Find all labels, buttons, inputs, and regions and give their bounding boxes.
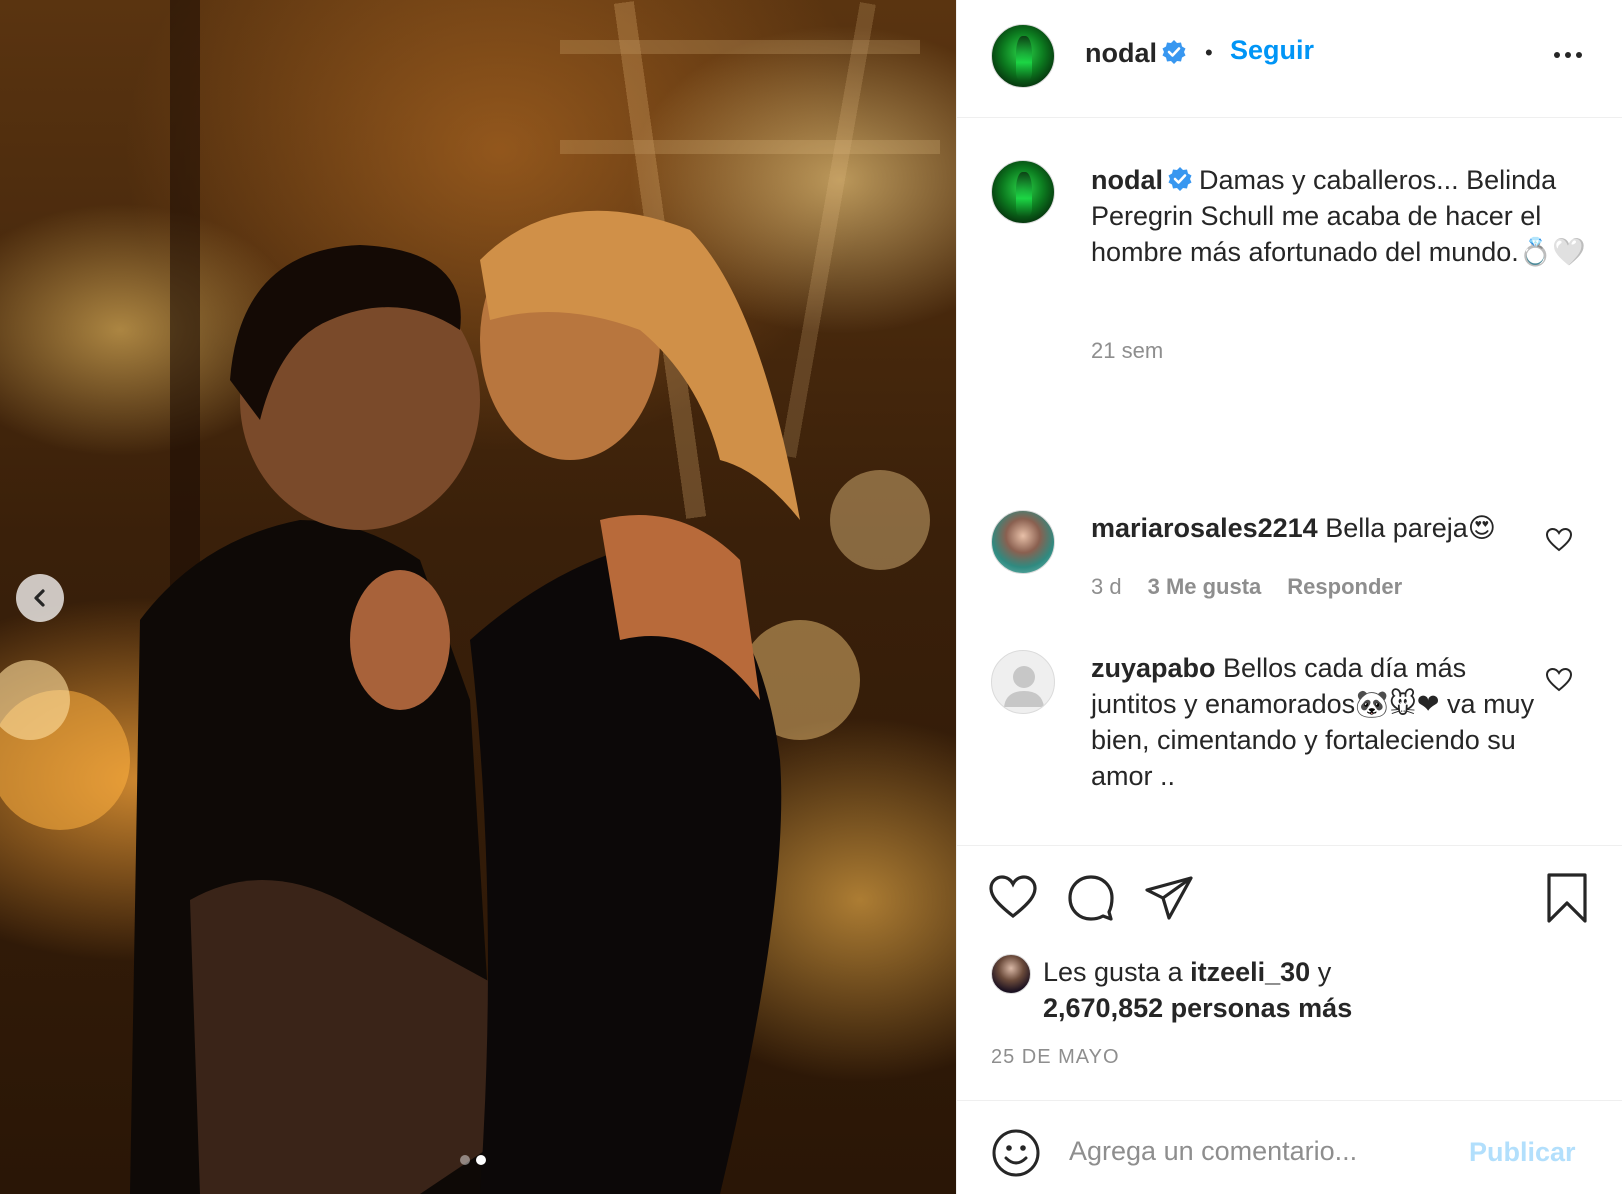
share-icon[interactable] xyxy=(1143,872,1195,924)
photo-scene xyxy=(0,0,940,1194)
likes-conj: y xyxy=(1317,957,1332,987)
comment-time[interactable]: 3 d xyxy=(1091,574,1122,600)
likes-text: Les gusta a itzeeli_30 y 2,670,852 perso… xyxy=(1043,954,1563,1026)
comment-text: Bella pareja😍 xyxy=(1325,513,1496,543)
bookmark-icon[interactable] xyxy=(1541,872,1593,924)
caption-timestamp[interactable]: 21 sem xyxy=(1091,338,1163,364)
commenter-avatar[interactable] xyxy=(991,650,1055,714)
author-username[interactable]: nodal xyxy=(1085,38,1157,68)
chevron-left-icon xyxy=(34,589,45,607)
post-date[interactable]: 25 DE MAYO xyxy=(991,1046,1120,1069)
carousel-indicator xyxy=(460,1155,486,1165)
caption-text: Damas y caballeros... Belinda Peregrin S… xyxy=(1091,165,1586,267)
comment-text-block: mariarosales2214 Bella pareja😍 xyxy=(1091,510,1551,546)
heart-icon[interactable] xyxy=(987,872,1039,924)
post-photo[interactable] xyxy=(0,0,956,1194)
add-comment-bar: Publicar xyxy=(957,1100,1622,1194)
comment-username[interactable]: zuyapabo xyxy=(1091,653,1216,683)
verified-badge-icon xyxy=(1168,167,1192,191)
more-options-icon[interactable] xyxy=(1548,42,1588,68)
post-header: nodal • Seguir xyxy=(957,0,1622,118)
publish-button[interactable]: Publicar xyxy=(1469,1137,1576,1168)
author-avatar[interactable] xyxy=(991,24,1055,88)
comment-meta: 3 d 3 Me gusta Responder xyxy=(1091,574,1402,600)
caption-avatar[interactable] xyxy=(991,160,1055,224)
reply-button[interactable]: Responder xyxy=(1287,574,1402,600)
liker-avatar[interactable] xyxy=(991,954,1031,994)
author-username-row[interactable]: nodal xyxy=(1085,38,1187,69)
header-separator: • xyxy=(1205,40,1213,65)
post-panel: nodal • Seguir nodal Damas y caballeros.… xyxy=(956,0,1622,1194)
likes-prefix: Les gusta a xyxy=(1043,957,1183,987)
comment-likes[interactable]: 3 Me gusta xyxy=(1148,574,1262,600)
emoji-icon[interactable] xyxy=(991,1128,1041,1178)
caption-text-block: nodal Damas y caballeros... Belinda Pere… xyxy=(1091,162,1591,270)
comment-text-block: zuyapabo Bellos cada día más juntitos y … xyxy=(1091,650,1551,794)
carousel-dot-active xyxy=(476,1155,486,1165)
comment-icon[interactable] xyxy=(1065,872,1117,924)
carousel-dot xyxy=(460,1155,470,1165)
likes-count[interactable]: 2,670,852 personas más xyxy=(1043,993,1352,1023)
default-avatar-icon xyxy=(1004,666,1044,707)
comment-username[interactable]: mariarosales2214 xyxy=(1091,513,1318,543)
caption-username[interactable]: nodal xyxy=(1091,165,1163,195)
comment-like-heart-icon[interactable] xyxy=(1545,666,1573,694)
carousel-prev-button[interactable] xyxy=(16,574,64,622)
commenter-avatar[interactable] xyxy=(991,510,1055,574)
comment-like-heart-icon[interactable] xyxy=(1545,526,1573,554)
verified-badge-icon xyxy=(1162,40,1186,64)
follow-button[interactable]: Seguir xyxy=(1230,35,1314,66)
action-bar-divider xyxy=(957,845,1622,846)
comment-input[interactable] xyxy=(1069,1125,1449,1177)
liker-username[interactable]: itzeeli_30 xyxy=(1190,957,1310,987)
